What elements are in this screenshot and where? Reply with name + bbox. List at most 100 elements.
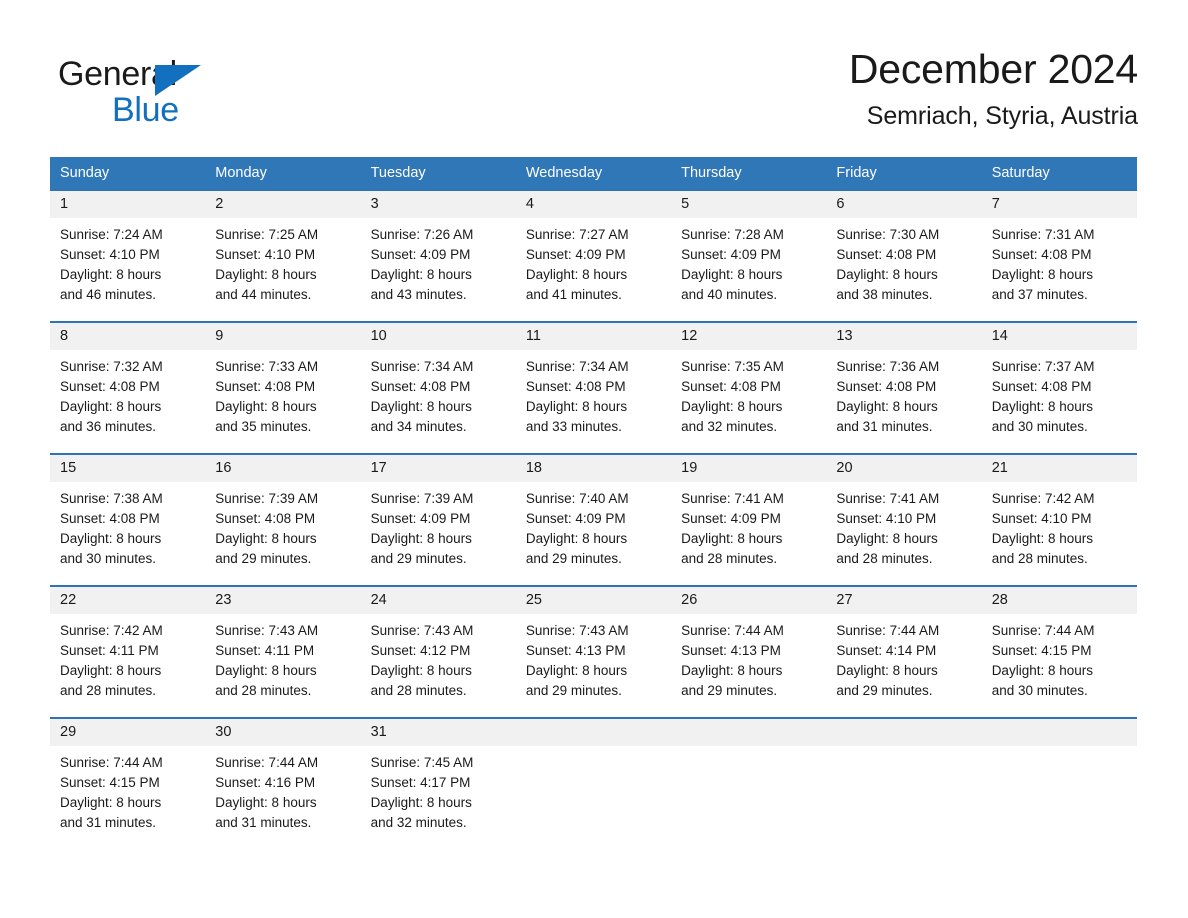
day-cell[interactable]: Sunrise: 7:30 AM Sunset: 4:08 PM Dayligh… [826, 218, 981, 321]
day-cell[interactable]: Sunrise: 7:42 AM Sunset: 4:11 PM Dayligh… [50, 614, 205, 717]
day-cell[interactable]: Sunrise: 7:34 AM Sunset: 4:08 PM Dayligh… [516, 350, 671, 453]
daylight-line2: and 30 minutes. [991, 683, 1088, 698]
day-cell[interactable]: Sunrise: 7:39 AM Sunset: 4:08 PM Dayligh… [205, 482, 360, 585]
sunset-text: Sunset: 4:10 PM [991, 511, 1092, 526]
daylight-line1: Daylight: 8 hours [525, 531, 628, 546]
day-number[interactable]: 2 [205, 191, 360, 218]
day-number[interactable]: 18 [516, 455, 671, 482]
day-cell[interactable]: Sunrise: 7:39 AM Sunset: 4:09 PM Dayligh… [361, 482, 516, 585]
day-number[interactable]: 29 [50, 719, 205, 746]
day-cell[interactable]: Sunrise: 7:44 AM Sunset: 4:14 PM Dayligh… [826, 614, 981, 717]
day-cell[interactable]: Sunrise: 7:24 AM Sunset: 4:10 PM Dayligh… [50, 218, 205, 321]
day-cell[interactable]: Sunrise: 7:43 AM Sunset: 4:13 PM Dayligh… [516, 614, 671, 717]
sunset-text: Sunset: 4:08 PM [215, 379, 316, 394]
day-number[interactable]: 24 [361, 587, 516, 614]
day-number[interactable]: 6 [826, 191, 981, 218]
weekday-header-monday: Monday [215, 165, 267, 181]
daylight-line2: and 30 minutes. [991, 419, 1088, 434]
day-number[interactable]: 28 [982, 587, 1137, 614]
sunrise-text: Sunrise: 7:44 AM [836, 623, 940, 638]
day-cell[interactable]: Sunrise: 7:25 AM Sunset: 4:10 PM Dayligh… [205, 218, 360, 321]
day-number[interactable]: 31 [361, 719, 516, 746]
day-number[interactable]: 13 [826, 323, 981, 350]
day-number[interactable]: 12 [671, 323, 826, 350]
sunrise-text: Sunrise: 7:45 AM [370, 755, 474, 770]
day-number[interactable]: 21 [982, 455, 1137, 482]
day-number[interactable]: 11 [516, 323, 671, 350]
day-number[interactable]: 1 [50, 191, 205, 218]
day-cell[interactable]: Sunrise: 7:41 AM Sunset: 4:10 PM Dayligh… [826, 482, 981, 585]
day-cell[interactable]: Sunrise: 7:40 AM Sunset: 4:09 PM Dayligh… [516, 482, 671, 585]
day-number[interactable]: 16 [205, 455, 360, 482]
day-number[interactable]: 7 [982, 191, 1137, 218]
daylight-line1: Daylight: 8 hours [370, 663, 472, 678]
sunset-text: Sunset: 4:13 PM [525, 643, 626, 658]
day-cell[interactable]: Sunrise: 7:36 AM Sunset: 4:08 PM Dayligh… [826, 350, 981, 453]
daylight-line1: Daylight: 8 hours [991, 663, 1093, 678]
day-number[interactable]: 26 [671, 587, 826, 614]
sunrise-text: Sunrise: 7:30 AM [836, 227, 940, 242]
day-cell-empty [516, 746, 671, 849]
daylight-line1: Daylight: 8 hours [215, 267, 317, 282]
sunrise-text: Sunrise: 7:39 AM [215, 491, 319, 506]
day-number[interactable]: 23 [205, 587, 360, 614]
day-number[interactable]: 27 [826, 587, 981, 614]
day-cell[interactable]: Sunrise: 7:44 AM Sunset: 4:15 PM Dayligh… [50, 746, 205, 849]
day-cell[interactable]: Sunrise: 7:38 AM Sunset: 4:08 PM Dayligh… [50, 482, 205, 585]
day-number[interactable]: 4 [516, 191, 671, 218]
sunrise-text: Sunrise: 7:44 AM [215, 755, 319, 770]
sunset-text: Sunset: 4:08 PM [215, 511, 316, 526]
day-cell[interactable]: Sunrise: 7:28 AM Sunset: 4:09 PM Dayligh… [671, 218, 826, 321]
day-cell[interactable]: Sunrise: 7:43 AM Sunset: 4:12 PM Dayligh… [361, 614, 516, 717]
day-cell[interactable]: Sunrise: 7:27 AM Sunset: 4:09 PM Dayligh… [516, 218, 671, 321]
daylight-line1: Daylight: 8 hours [991, 531, 1093, 546]
sunrise-text: Sunrise: 7:40 AM [525, 491, 629, 506]
day-number[interactable]: 22 [50, 587, 205, 614]
weekday-header-saturday: Saturday [991, 165, 1050, 181]
day-cell[interactable]: Sunrise: 7:42 AM Sunset: 4:10 PM Dayligh… [982, 482, 1137, 585]
sunrise-text: Sunrise: 7:44 AM [991, 623, 1095, 638]
sunrise-text: Sunrise: 7:33 AM [215, 359, 319, 374]
day-number[interactable]: 5 [671, 191, 826, 218]
day-number[interactable]: 20 [826, 455, 981, 482]
daylight-line1: Daylight: 8 hours [681, 399, 783, 414]
day-number[interactable]: 15 [50, 455, 205, 482]
sunset-text: Sunset: 4:10 PM [836, 511, 937, 526]
day-cell[interactable]: Sunrise: 7:34 AM Sunset: 4:08 PM Dayligh… [361, 350, 516, 453]
week-daynumber-band: 29 30 31 [50, 719, 1137, 746]
sunset-text: Sunset: 4:09 PM [681, 511, 781, 526]
general-blue-logo[interactable]: General Blue [58, 54, 318, 134]
day-cell[interactable]: Sunrise: 7:26 AM Sunset: 4:09 PM Dayligh… [361, 218, 516, 321]
daylight-line1: Daylight: 8 hours [836, 267, 938, 282]
day-number[interactable]: 10 [361, 323, 516, 350]
day-cell[interactable]: Sunrise: 7:44 AM Sunset: 4:13 PM Dayligh… [671, 614, 826, 717]
sunset-text: Sunset: 4:13 PM [681, 643, 781, 658]
day-cell[interactable]: Sunrise: 7:32 AM Sunset: 4:08 PM Dayligh… [50, 350, 205, 453]
day-cell[interactable]: Sunrise: 7:35 AM Sunset: 4:08 PM Dayligh… [671, 350, 826, 453]
day-number[interactable]: 14 [982, 323, 1137, 350]
daylight-line1: Daylight: 8 hours [370, 795, 472, 810]
day-number[interactable]: 19 [671, 455, 826, 482]
daylight-line1: Daylight: 8 hours [525, 267, 628, 282]
daylight-line1: Daylight: 8 hours [60, 663, 162, 678]
daylight-line1: Daylight: 8 hours [215, 399, 317, 414]
day-cell[interactable]: Sunrise: 7:37 AM Sunset: 4:08 PM Dayligh… [982, 350, 1137, 453]
day-cell[interactable]: Sunrise: 7:31 AM Sunset: 4:08 PM Dayligh… [982, 218, 1137, 321]
day-cell[interactable]: Sunrise: 7:44 AM Sunset: 4:15 PM Dayligh… [982, 614, 1137, 717]
daylight-line2: and 34 minutes. [370, 419, 467, 434]
week-detail-band: Sunrise: 7:38 AM Sunset: 4:08 PM Dayligh… [50, 482, 1137, 585]
sunrise-text: Sunrise: 7:42 AM [991, 491, 1095, 506]
day-number[interactable]: 17 [361, 455, 516, 482]
day-number[interactable]: 9 [205, 323, 360, 350]
day-cell[interactable]: Sunrise: 7:45 AM Sunset: 4:17 PM Dayligh… [361, 746, 516, 849]
day-number[interactable]: 25 [516, 587, 671, 614]
day-cell[interactable]: Sunrise: 7:44 AM Sunset: 4:16 PM Dayligh… [205, 746, 360, 849]
day-cell[interactable]: Sunrise: 7:41 AM Sunset: 4:09 PM Dayligh… [671, 482, 826, 585]
daylight-line2: and 28 minutes. [681, 551, 778, 566]
day-cell[interactable]: Sunrise: 7:43 AM Sunset: 4:11 PM Dayligh… [205, 614, 360, 717]
day-cell[interactable]: Sunrise: 7:33 AM Sunset: 4:08 PM Dayligh… [205, 350, 360, 453]
day-number[interactable]: 8 [50, 323, 205, 350]
daylight-line2: and 28 minutes. [370, 683, 467, 698]
day-number[interactable]: 3 [361, 191, 516, 218]
day-number[interactable]: 30 [205, 719, 360, 746]
